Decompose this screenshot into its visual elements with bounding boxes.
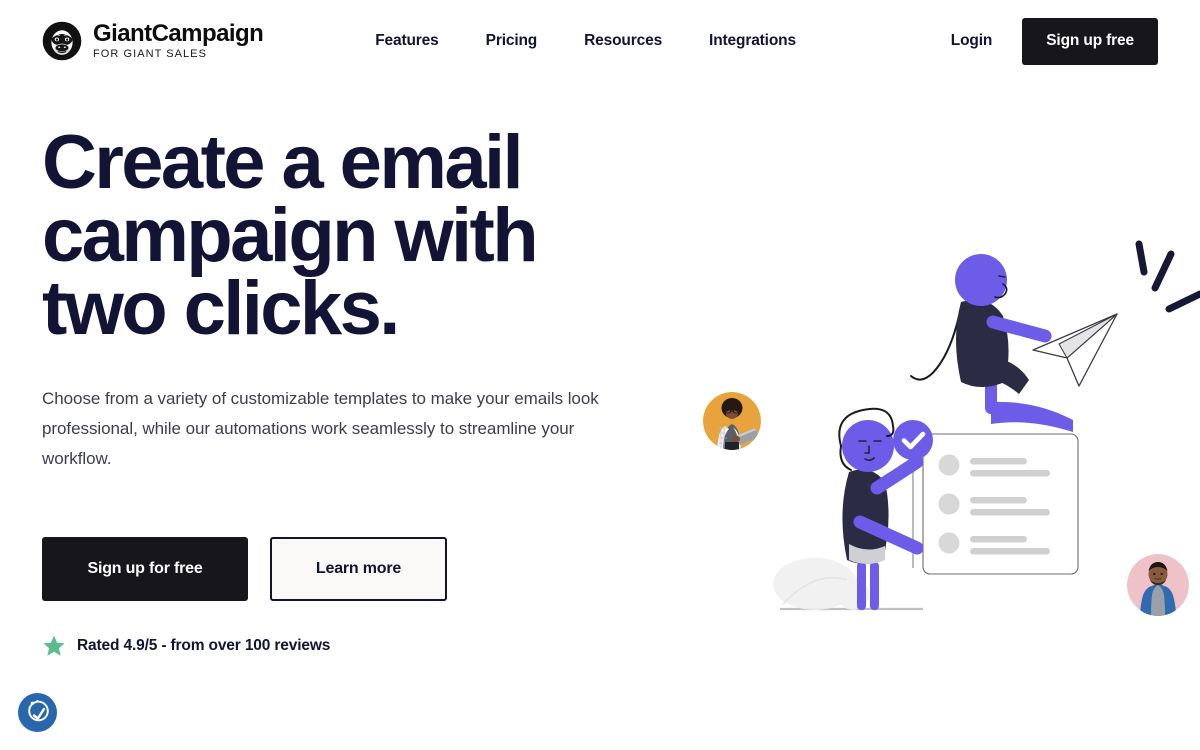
login-link[interactable]: Login	[951, 32, 993, 50]
hero-content: Create a email campaign with two clicks.…	[42, 82, 662, 658]
header-actions: Login Sign up free	[951, 17, 1158, 65]
brand-name: GiantCampaign	[93, 19, 264, 47]
hero-cta-row: Sign up for free Learn more	[42, 536, 662, 601]
person-with-paper-airplane	[910, 254, 1073, 432]
email-campaign-illustration	[655, 172, 1200, 692]
brand-tagline: FOR GIANT SALES	[93, 47, 207, 60]
star-icon	[42, 634, 66, 658]
page-title: Create a email campaign with two clicks.	[42, 120, 539, 351]
checkmark-badge	[893, 420, 933, 460]
motion-dashes	[1135, 240, 1200, 313]
plant-bush	[773, 558, 869, 610]
site-header: GiantCampaign FOR GIANT SALES Features P…	[0, 0, 1200, 82]
paper-airplane-icon	[1032, 313, 1118, 387]
brand-logo[interactable]: GiantCampaign FOR GIANT SALES	[42, 19, 264, 62]
nav-item-resources[interactable]: Resources	[584, 32, 662, 50]
accessibility-widget-button[interactable]	[18, 693, 57, 732]
rating-text: Rated 4.9/5 - from over 100 reviews	[77, 636, 331, 654]
gorilla-head-icon	[42, 21, 82, 61]
nav-item-pricing[interactable]: Pricing	[486, 32, 538, 50]
learn-more-button[interactable]: Learn more	[270, 536, 447, 601]
list-card	[922, 433, 1079, 575]
rating-badge: Rated 4.9/5 - from over 100 reviews	[42, 634, 662, 658]
hero-subheading: Choose from a variety of customizable te…	[42, 388, 599, 469]
hero-section: Create a email campaign with two clicks.…	[0, 82, 1200, 658]
person-pointing-at-list-card	[838, 407, 924, 610]
nav-item-features[interactable]: Features	[375, 32, 439, 50]
signup-free-button[interactable]: Sign up free	[1022, 17, 1158, 65]
accessibility-icon	[25, 697, 51, 728]
avatar-photo-right	[1127, 554, 1189, 616]
signup-for-free-button[interactable]: Sign up for free	[42, 536, 248, 601]
main-navigation: Features Pricing Resources Integrations	[375, 32, 796, 50]
nav-item-integrations[interactable]: Integrations	[709, 32, 796, 50]
avatar-photo-left	[703, 392, 761, 450]
